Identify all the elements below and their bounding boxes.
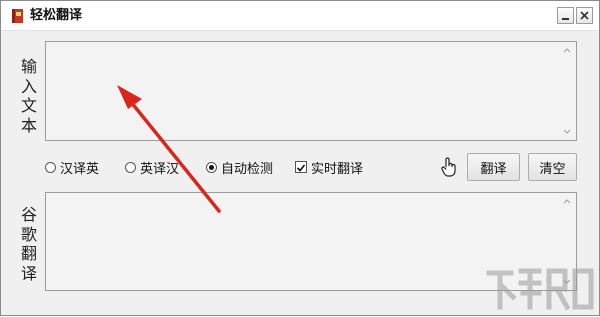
close-button[interactable] xyxy=(576,7,593,24)
radio-eng-to-han[interactable]: 英译汉 xyxy=(125,157,179,177)
hand-pointer-icon xyxy=(441,157,456,177)
close-icon xyxy=(580,11,589,20)
scroll-up-icon xyxy=(563,48,571,53)
checkmark-icon xyxy=(296,164,306,172)
app-book-icon xyxy=(10,8,26,24)
clear-button[interactable]: 清空 xyxy=(528,153,577,181)
checkbox-realtime-translate[interactable]: 实时翻译 xyxy=(295,157,363,177)
app-window: 轻松翻译 输入文本 汉译英 英译汉 自动检测 实时翻译 翻译 清空 谷歌翻译 xyxy=(0,0,600,316)
minimize-button[interactable] xyxy=(557,7,574,24)
radio-circle[interactable] xyxy=(45,161,56,173)
input-textarea[interactable] xyxy=(45,41,577,141)
radio-han-to-eng[interactable]: 汉译英 xyxy=(45,157,99,177)
radio-circle-checked[interactable] xyxy=(206,161,217,173)
checkbox-box[interactable] xyxy=(295,161,307,173)
translate-button[interactable]: 翻译 xyxy=(467,153,520,181)
input-scrollbar[interactable] xyxy=(559,43,575,139)
radio-eng-to-han-label: 英译汉 xyxy=(140,161,180,177)
checkbox-realtime-translate-label: 实时翻译 xyxy=(311,161,364,177)
radio-circle[interactable] xyxy=(125,161,136,173)
window-title: 轻松翻译 xyxy=(30,8,83,23)
input-text-label: 输入文本 xyxy=(20,57,37,135)
scroll-up-icon xyxy=(563,199,571,204)
output-text-label: 谷歌翻译 xyxy=(20,205,37,283)
title-bar[interactable]: 轻松翻译 xyxy=(1,1,599,31)
radio-auto-detect-label: 自动检测 xyxy=(221,161,274,177)
radio-auto-detect[interactable]: 自动检测 xyxy=(206,157,273,177)
scroll-down-icon xyxy=(563,129,571,134)
radio-han-to-eng-label: 汉译英 xyxy=(60,161,100,177)
watermark-logo xyxy=(486,268,594,311)
